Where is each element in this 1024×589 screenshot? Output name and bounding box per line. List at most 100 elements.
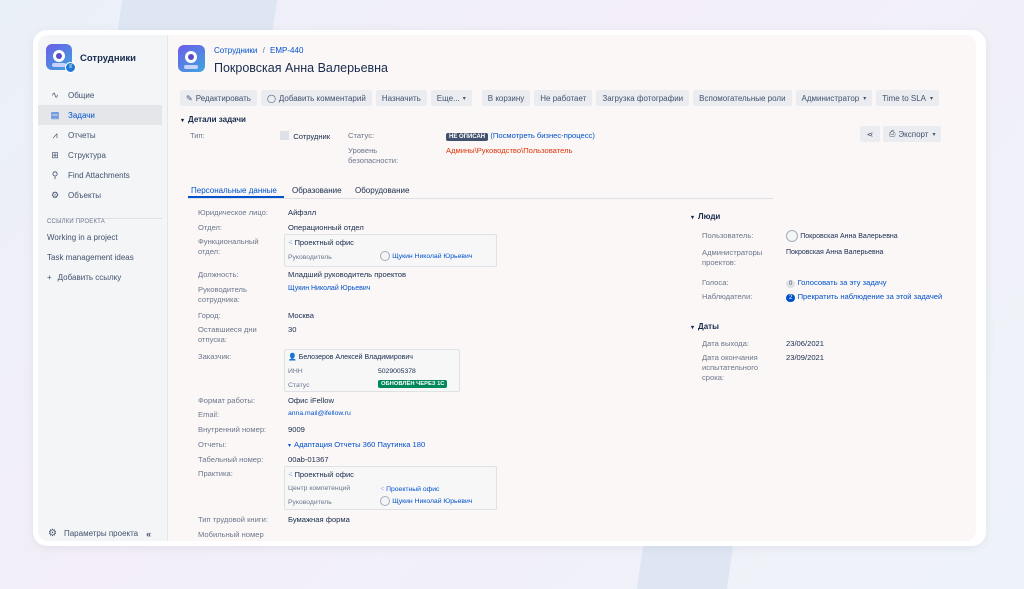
tab-personal[interactable]: Персональные данные	[191, 186, 277, 195]
details-toggle[interactable]: ▾ Детали задачи	[181, 115, 246, 124]
work-format-value: Офис iFellow	[288, 396, 334, 405]
manager-link[interactable]: Щукин Николай Юрьевич	[288, 285, 370, 292]
func-dept-card: ⁖ Проектный офис Руководитель Щукин Никол…	[284, 234, 497, 267]
aux-roles-button[interactable]: Вспомогательные роли	[693, 90, 792, 106]
department-label: Отдел:	[198, 223, 223, 232]
work-format-label: Формат работы:	[198, 396, 255, 405]
link-task-management[interactable]: Task management ideas	[47, 253, 134, 262]
tab-equipment[interactable]: Оборудование	[355, 186, 409, 195]
chevron-down-icon: ▾	[181, 118, 185, 124]
type-value: Сотрудник	[280, 131, 330, 142]
project-settings[interactable]: ⚙ Параметры проекта «	[48, 528, 151, 539]
watchers-count: 2	[786, 294, 796, 302]
user-value[interactable]: Покровская Анна Валерьевна	[786, 230, 898, 242]
avatar	[380, 251, 390, 261]
chevron-down-icon: ▾	[863, 95, 867, 102]
user-icon	[280, 131, 289, 140]
department-value: Операционный отдел	[288, 223, 364, 232]
customer-status-badge: ОБНОВЛЁН ЧЕРЕЗ 1С	[378, 380, 448, 388]
nav-objects[interactable]: ⚙ Объекты	[38, 185, 168, 205]
add-link-button[interactable]: + Добавить ссылку	[47, 273, 121, 282]
admins-label: Администраторы проектов:	[702, 248, 763, 267]
probation-value: 23/09/2021	[786, 353, 825, 362]
position-label: Должность:	[198, 270, 239, 279]
status-badge: НЕ ОПИСАН	[446, 133, 489, 141]
nav-find-attachments[interactable]: ⚲ Find Attachments	[38, 165, 168, 185]
user-label: Пользователь:	[702, 231, 754, 240]
share-button[interactable]: ⋖	[860, 126, 880, 142]
probation-label: Дата окончания испытательного срока:	[702, 353, 759, 382]
pencil-icon: ✎	[186, 93, 193, 103]
status-label: Статус:	[348, 131, 375, 140]
nav-general[interactable]: ∿ Общие	[38, 85, 168, 105]
vacation-value: 30	[288, 325, 297, 334]
vacation-label: Оставшиеся дни отпуска:	[198, 325, 257, 344]
breadcrumb-project[interactable]: Сотрудники	[214, 46, 257, 55]
not-working-button[interactable]: Не работает	[534, 90, 593, 106]
watchers-value[interactable]: 2 Прекратить наблюдение за этой задачей	[786, 292, 942, 302]
practice-label: Практика:	[198, 469, 233, 478]
tabs-divider	[188, 198, 773, 199]
add-comment-button[interactable]: ◯ Добавить комментарий	[260, 90, 372, 106]
trash-button[interactable]: В корзину	[481, 90, 531, 106]
chevron-down-icon: ▾	[932, 131, 936, 138]
breadcrumb-issue[interactable]: EMP-440	[270, 46, 303, 55]
links-heading: ССЫЛКИ ПРОЕКТА	[47, 219, 106, 225]
assign-button[interactable]: Назначить	[375, 90, 427, 106]
customer-label: Заказчик:	[198, 352, 232, 361]
export-button[interactable]: ⎙ Экспорт ▾	[883, 126, 942, 142]
votes-label: Голоса:	[702, 278, 729, 287]
more-button[interactable]: Еще... ▾	[430, 90, 472, 106]
sla-button[interactable]: Time to SLA ▾	[876, 90, 939, 106]
status-value: НЕ ОПИСАН (Посмотреть бизнес-процесс)	[446, 131, 595, 141]
project-avatar[interactable]: ≡	[46, 44, 76, 73]
workbook-value: Бумажная форма	[288, 515, 350, 524]
tab-no-value: 00ab-01367	[288, 455, 329, 464]
project-name: Сотрудники	[80, 53, 137, 64]
reports-icon: ⩘	[52, 129, 58, 140]
email-link[interactable]: anna.mail@ifellow.ru	[288, 410, 351, 417]
background-stripe	[117, 0, 278, 30]
tab-no-label: Табельный номер:	[198, 455, 264, 464]
share-icon: ⋖	[866, 129, 874, 139]
chevron-down-icon: ▾	[288, 443, 292, 449]
activity-icon: ∿	[51, 89, 59, 100]
city-value: Москва	[288, 311, 314, 320]
page-title: Покровская Анна Валерьевна	[214, 61, 389, 75]
project-logo-icon: ≡	[46, 44, 76, 73]
func-dept-person[interactable]: Щукин Николай Юрьевич	[380, 251, 472, 261]
view-workflow-link[interactable]: (Посмотреть бизнес-процесс)	[490, 131, 594, 140]
export-icon: ⎙	[889, 129, 896, 138]
security-value: Админы\Руководство\Пользователь	[446, 146, 573, 155]
reports-label: Отчеты:	[198, 440, 227, 449]
nav-tasks[interactable]: ▤ Задачи	[38, 105, 162, 125]
position-value: Младший руководитель проектов	[288, 270, 407, 279]
dates-toggle[interactable]: ▾ Даты	[691, 322, 719, 331]
start-date-label: Дата выхода:	[702, 339, 749, 348]
reports-value[interactable]: ▾ Адаптация Отчеты 360 Паутинка 180	[288, 440, 425, 449]
practice-center-link[interactable]: ⁖ Проектный офис	[380, 484, 439, 493]
practice-card: ⁖ Проектный офис Центр компетенций ⁖ Проек…	[284, 466, 497, 510]
edit-button[interactable]: ✎ Редактировать	[180, 90, 257, 106]
upload-photo-button[interactable]: Загрузка фотографии	[596, 90, 690, 106]
admin-button[interactable]: Администратор ▾	[795, 90, 873, 106]
nav-structure[interactable]: ⊞ Структура	[38, 145, 168, 165]
app-window: ≡ Сотрудники ∿ Общие ▤ Задачи ⩘ Отчеты ⊞…	[38, 35, 976, 541]
main-content: Сотрудники / EMP-440 Покровская Анна Вал…	[168, 35, 976, 541]
sidebar: ≡ Сотрудники ∿ Общие ▤ Задачи ⩘ Отчеты ⊞…	[38, 35, 168, 541]
people-toggle[interactable]: ▾ Люди	[691, 212, 720, 221]
practice-person[interactable]: Щукин Николай Юрьевич	[380, 496, 472, 506]
tab-education[interactable]: Образование	[292, 186, 342, 195]
votes-value[interactable]: 0 Голосовать за эту задачу	[786, 278, 887, 288]
background-stripe	[636, 546, 734, 589]
link-working-in-project[interactable]: Working in a project	[47, 233, 118, 242]
votes-count: 0	[786, 280, 796, 288]
manager-label: Руководитель сотрудника:	[198, 285, 247, 304]
active-tab-indicator	[188, 196, 284, 198]
nav-reports[interactable]: ⩘ Отчеты	[38, 125, 168, 145]
security-label: Уровень безопасности:	[348, 146, 399, 165]
plus-icon: +	[47, 273, 52, 282]
legal-entity-label: Юридическое лицо:	[198, 208, 269, 217]
collapse-sidebar-icon[interactable]: «	[146, 529, 151, 539]
city-label: Город:	[198, 311, 221, 320]
